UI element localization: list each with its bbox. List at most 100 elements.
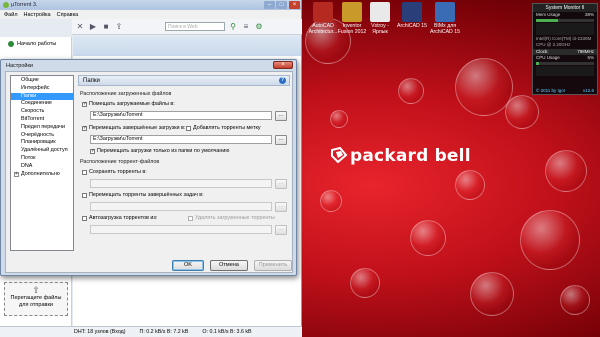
search-icon[interactable]: ⚲ [228, 22, 238, 32]
help-icon[interactable]: ? [279, 77, 286, 84]
tree-item[interactable]: DNA [11, 163, 73, 171]
desktop-icon-bimx[interactable]: BIMx для ArchiCAD 15 [425, 2, 465, 35]
tree-item[interactable]: + Дополнительно [11, 171, 73, 179]
menu-settings[interactable]: Настройка [24, 12, 51, 18]
mem-detail-graph [536, 23, 594, 35]
apply-button[interactable]: Применить [254, 260, 292, 271]
menu-file[interactable]: Файл [4, 12, 18, 18]
gadget-version: v12.6 [582, 88, 594, 93]
tree-item[interactable]: Предел передачи [11, 124, 73, 132]
drop-label: для отправки [19, 302, 53, 308]
cpu-usage-value: 5% [587, 55, 594, 60]
packard-bell-logo-icon [331, 147, 348, 163]
tree-item[interactable]: Поток [11, 155, 73, 163]
autoload-checkbox[interactable]: Автозагрузка торрентов из: [82, 215, 157, 221]
expand-icon[interactable]: + [14, 171, 19, 177]
browse-button-5[interactable]: ... [275, 225, 287, 235]
drop-files-area[interactable]: ⇧ Перетащите файлы для отправки [4, 282, 68, 316]
bubble [560, 285, 590, 315]
checkbox-box: ✓ [90, 147, 96, 154]
cpu-frequency: CPU @ 2.20GHz [536, 42, 571, 47]
utorrent-start-icon [8, 41, 14, 47]
store-torrents-path-field[interactable] [90, 179, 272, 188]
stop-icon[interactable]: ■ [101, 22, 111, 32]
system-monitor-gadget[interactable]: System Monitor II Mem Usage 38% Intel(R)… [532, 3, 598, 95]
completed-path-field[interactable]: E:\Загрузки\uTorrent [90, 135, 272, 144]
delete-loaded-checkbox[interactable]: Удалять загруженные торренты [188, 215, 275, 221]
tree-item[interactable]: Удалённый доступ [11, 147, 73, 155]
tree-item-label: Папки [21, 92, 37, 99]
menu-help[interactable]: Справка [57, 12, 79, 18]
settings-title: Настройки [6, 62, 33, 69]
gadget-credit[interactable]: © 2011 by Igor [536, 88, 565, 93]
ok-button[interactable]: OK [172, 260, 204, 271]
browse-button-4[interactable]: ... [275, 202, 287, 212]
tree-item-label: Дополнительно [21, 170, 60, 177]
move-completed-torrents-checkbox[interactable]: Перемещать торренты завершённых задач в: [82, 192, 204, 198]
tree-item[interactable]: Соединение [11, 100, 73, 108]
autoload-path-field[interactable] [90, 225, 272, 234]
browse-button-3[interactable]: ... [275, 179, 287, 189]
tree-item[interactable]: Планировщик [11, 139, 73, 147]
tree-item[interactable]: BitTorrent [11, 116, 73, 124]
browse-button-1[interactable]: ... [275, 111, 287, 121]
bubble [410, 220, 446, 256]
tree-item[interactable]: Общие [11, 77, 73, 85]
tree-item-label: Скорость [21, 108, 45, 115]
upload-arrow-icon: ⇧ [32, 285, 40, 295]
search-input[interactable]: Поиск в Web [165, 22, 225, 31]
promo-band [73, 36, 301, 56]
checkbox-box [82, 192, 87, 198]
close-window-button[interactable]: × [289, 1, 300, 9]
put-downloads-checkbox[interactable]: ✓ Помещать загружаемые файлы в: [82, 101, 175, 107]
append-label-checkbox[interactable]: Добавлять торренты метку [186, 125, 261, 131]
utorrent-logo-icon [3, 2, 9, 8]
section-torrent-files: Расположение торрент-файлов [80, 159, 160, 165]
tree-item[interactable]: Скорость [11, 108, 73, 116]
checkbox-label: Перемещать завершённые загрузки в: [89, 125, 186, 131]
tree-item[interactable]: Интерфейс [11, 85, 73, 93]
bubble [398, 78, 424, 104]
checkbox-box [186, 125, 191, 131]
browse-button-2[interactable]: ... [275, 135, 287, 145]
desktop-icon-label: Ярлык [372, 29, 388, 35]
tree-item[interactable]: Очерёдность [11, 132, 73, 140]
folders-panel: Папки ? Расположение загруженных файлов … [78, 75, 290, 251]
checkbox-label: Помещать загружаемые файлы в: [89, 101, 175, 107]
drop-label: Перетащите файлы [10, 295, 62, 301]
utorrent-toolbar: ✕ ▶ ■ ⇪ Поиск в Web ⚲ ≡ ⚙ [72, 19, 302, 35]
remove-torrent-icon[interactable]: ✕ [75, 22, 85, 32]
share-icon[interactable]: ⇪ [114, 22, 124, 32]
tree-item-label: BitTorrent [21, 115, 45, 122]
section-downloaded-files: Расположение загруженных файлов [80, 91, 172, 97]
checkbox-label: Удалять загруженные торренты [195, 215, 275, 221]
mem-usage-bar [536, 19, 594, 22]
gadget-title: System Monitor II [533, 4, 597, 12]
minimize-button[interactable]: – [264, 1, 275, 9]
mem-usage-value: 38% [584, 12, 594, 17]
bubble [505, 95, 539, 129]
checkbox-label: Автозагрузка торрентов из: [89, 215, 158, 221]
gear-icon[interactable]: ⚙ [254, 22, 264, 32]
move-completed-checkbox[interactable]: ✓ Перемещать завершённые загрузки в: [82, 125, 185, 131]
list-view-icon[interactable]: ≡ [241, 22, 251, 32]
cancel-button[interactable]: Отмена [210, 260, 248, 271]
tree-item[interactable]: Папки [11, 92, 73, 101]
utorrent-menubar: Файл Настройка Справка [0, 10, 301, 19]
maximize-button[interactable]: □ [276, 1, 287, 9]
utorrent-titlebar[interactable]: µTorrent 3. – □ × [0, 0, 301, 10]
bubble [545, 150, 587, 192]
cpu-graph [536, 66, 594, 76]
store-torrents-checkbox[interactable]: Сохранять торренты в: [82, 169, 147, 175]
sidebar-item-getting-started[interactable]: Начало работы [0, 37, 71, 47]
move-torrents-path-field[interactable] [90, 202, 272, 211]
panel-header: Папки ? [78, 75, 290, 86]
settings-titlebar[interactable]: Настройки [1, 60, 296, 71]
vstroy-icon [370, 2, 390, 22]
desktop-icon-label: ArchiCAD 15 [430, 29, 460, 35]
download-path-field[interactable]: E:\Загрузки\uTorrent [90, 111, 272, 120]
bubble [455, 58, 513, 116]
start-icon[interactable]: ▶ [88, 22, 98, 32]
move-only-default-checkbox[interactable]: ✓ Перемещать загрузки только из папки по… [90, 148, 229, 154]
close-dialog-button[interactable]: × [273, 61, 293, 69]
